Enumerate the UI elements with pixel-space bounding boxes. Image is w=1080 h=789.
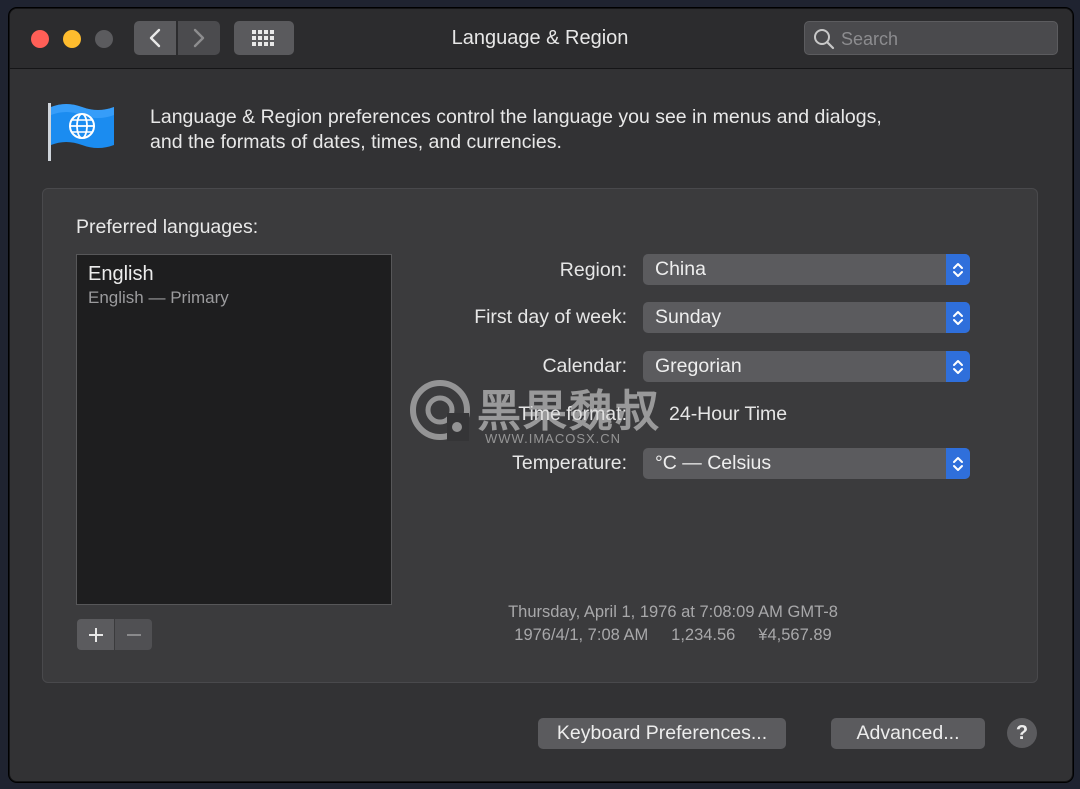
chevron-left-icon [149, 28, 161, 48]
window-title: Language & Region [451, 27, 629, 49]
help-button[interactable]: ? [1007, 718, 1037, 748]
region-label: Region: [559, 259, 627, 281]
language-subtitle: English — Primary [88, 288, 229, 307]
close-button[interactable] [31, 30, 49, 48]
language-name: English [88, 263, 154, 285]
minimize-button[interactable] [63, 30, 81, 48]
chevron-right-icon [193, 28, 205, 48]
back-button[interactable] [134, 21, 176, 55]
calendar-label: Calendar: [542, 355, 627, 377]
preferred-languages-label: Preferred languages: [76, 216, 259, 238]
calendar-popup[interactable]: Gregorian [643, 351, 970, 382]
list-item[interactable]: English English — Primary [88, 261, 229, 309]
time-format-label: Time format: [518, 403, 627, 425]
preferences-window: Language & Region Language & Region pref… [9, 8, 1073, 782]
add-remove-control [77, 619, 153, 650]
region-value: China [655, 258, 706, 280]
add-language-button[interactable] [77, 619, 114, 650]
plus-icon [88, 627, 103, 642]
temperature-value: °C — Celsius [655, 452, 772, 474]
language-region-flag-icon [48, 103, 114, 161]
minus-icon [126, 633, 141, 636]
first-day-popup[interactable]: Sunday [643, 302, 970, 333]
grid-icon [252, 30, 274, 46]
calendar-value: Gregorian [655, 355, 742, 377]
temperature-label: Temperature: [512, 452, 627, 474]
region-popup[interactable]: China [643, 254, 970, 285]
forward-button[interactable] [178, 21, 220, 55]
search-icon [814, 29, 835, 50]
temperature-popup[interactable]: °C — Celsius [643, 448, 970, 479]
keyboard-preferences-button[interactable]: Keyboard Preferences... [538, 718, 786, 749]
updown-chevron-icon [946, 351, 970, 382]
sample-numbers-line: 1976/4/1, 7:08 AM 1,234.56 ¥4,567.89 [514, 626, 832, 644]
first-day-value: Sunday [655, 306, 722, 328]
description-line-2: and the formats of dates, times, and cur… [150, 131, 562, 153]
updown-chevron-icon [946, 254, 970, 285]
updown-chevron-icon [946, 302, 970, 333]
time-format-value: 24-Hour Time [669, 403, 788, 425]
search-input[interactable] [839, 26, 1053, 52]
zoom-button[interactable] [95, 30, 113, 48]
description-line-1: Language & Region preferences control th… [150, 106, 882, 128]
description-text: Language & Region preferences control th… [150, 105, 1030, 155]
first-day-label: First day of week: [474, 306, 627, 328]
sample-date-line: Thursday, April 1, 1976 at 7:08:09 AM GM… [508, 603, 838, 621]
search-box[interactable] [804, 21, 1058, 55]
title-bar: Language & Region [10, 9, 1072, 69]
preferred-languages-list[interactable]: English English — Primary [76, 254, 392, 605]
updown-chevron-icon [946, 448, 970, 479]
advanced-button[interactable]: Advanced... [831, 718, 985, 749]
remove-language-button[interactable] [115, 619, 152, 650]
show-all-button[interactable] [234, 21, 294, 55]
settings-panel: Preferred languages: English English — P… [42, 188, 1038, 683]
